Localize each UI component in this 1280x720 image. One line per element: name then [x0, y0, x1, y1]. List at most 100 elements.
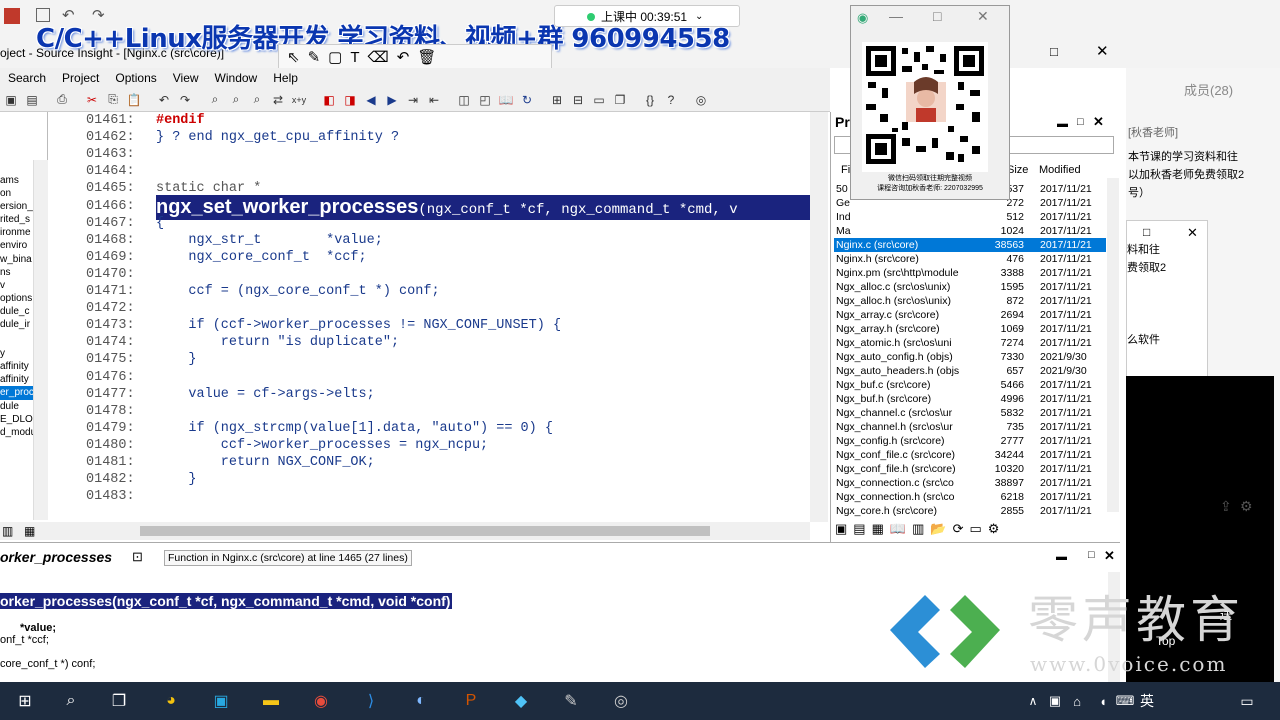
symbol-scrollbar[interactable] [33, 160, 48, 520]
code-line[interactable]: } ? end ngx_get_cpu_affinity ? [156, 130, 399, 145]
pen-icon[interactable]: ✎ [308, 48, 321, 66]
file-row[interactable]: Ngx_connection.h (src\co 6218 2017/11/21 [834, 490, 1106, 504]
code-line[interactable]: #endif [156, 113, 205, 128]
code-line[interactable]: } [156, 352, 196, 367]
qr-close-icon[interactable]: ✕ [977, 8, 989, 25]
text-icon[interactable]: T [350, 49, 359, 66]
file-row[interactable]: Ngx_core.h (src\core) 2855 2017/11/21 [834, 504, 1106, 517]
book-icon[interactable]: 📖 [497, 91, 515, 109]
bookmark-icon[interactable]: ◧ [320, 91, 338, 109]
file-row[interactable]: Ngx_alloc.h (src\os\unix) 872 2017/11/21 [834, 294, 1106, 308]
xy-icon[interactable]: x+y [290, 91, 308, 109]
cut-icon[interactable]: ✂ [83, 91, 101, 109]
chat-members[interactable]: 成员(28) [1184, 80, 1233, 99]
symbol-window-icon[interactable]: ◫ [455, 91, 473, 109]
paint-icon[interactable]: ✎ [556, 686, 586, 716]
sub-maximize-icon[interactable]: □ [1143, 225, 1150, 239]
context-min-icon[interactable]: ▬ [1056, 551, 1067, 563]
code-line[interactable]: if (ccf->worker_processes != NGX_CONF_UN… [156, 318, 561, 333]
file-row[interactable]: Ngx_channel.c (src\os\ur 5832 2017/11/21 [834, 406, 1106, 420]
sub-close-icon[interactable]: ✕ [1187, 225, 1198, 241]
open-icon[interactable]: ▣ [2, 91, 20, 109]
save-all-icon[interactable]: ▤ [23, 91, 41, 109]
project-scrollbar[interactable] [1107, 178, 1119, 512]
file-row[interactable]: Ngx_conf_file.h (src\core) 10320 2017/11/2… [834, 462, 1106, 476]
settings-icon[interactable]: ⚙ [1240, 498, 1253, 515]
layout-1-icon[interactable]: ⊞ [548, 91, 566, 109]
file-row[interactable]: Ngx_channel.h (src\os\ur 735 2017/11/21 [834, 420, 1106, 434]
share-icon[interactable]: ⇪ [1220, 498, 1232, 515]
brace-icon[interactable]: {} [641, 91, 659, 109]
bookmark-next-icon[interactable]: ◨ [341, 91, 359, 109]
jump-back-icon[interactable]: ⇤ [425, 91, 443, 109]
refresh-icon[interactable]: ↻ [518, 91, 536, 109]
redo-icon-2[interactable]: ↷ [176, 91, 194, 109]
file-row[interactable]: Ngx_config.h (src\core) 2777 2017/11/21 [834, 434, 1106, 448]
file-row[interactable]: Ma 1024 2017/11/21 [834, 224, 1106, 238]
vscode-icon[interactable]: ⟩ [356, 686, 386, 716]
menu-project[interactable]: Project [54, 71, 107, 85]
context-max-icon[interactable]: □ [1088, 549, 1095, 561]
undo-icon-2[interactable]: ↶ [155, 91, 173, 109]
file-row[interactable]: Ngx_conf_file.c (src\core) 34244 2017/11/2… [834, 448, 1106, 462]
project-book-icon[interactable]: 📖 [890, 521, 906, 537]
menu-window[interactable]: Window [207, 71, 266, 85]
panel-restore-icon[interactable]: ▬ [1057, 118, 1068, 130]
project-settings-icon[interactable]: ⚙ [988, 521, 1000, 537]
code-editor[interactable]: 01461: #endif 01462:} ? end ngx_get_cpu_af… [48, 112, 810, 522]
jump-icon[interactable]: ⇥ [404, 91, 422, 109]
project-categories-icon[interactable]: ▦ [872, 521, 884, 537]
context-lock-icon[interactable]: ⊡ [132, 549, 143, 565]
file-row[interactable]: Ngx_auto_headers.h (objs 657 2021/9/30 [834, 364, 1106, 378]
file-row[interactable]: Nginx.pm (src\http\module 3388 2017/11/21 [834, 266, 1106, 280]
obs-icon[interactable]: ◎ [606, 686, 636, 716]
menu-view[interactable]: View [165, 71, 207, 85]
menu-options[interactable]: Options [107, 71, 164, 85]
col-modified[interactable]: Modified [1039, 164, 1081, 176]
back-icon[interactable]: ◀ [362, 91, 380, 109]
browser-icon[interactable]: ◉ [306, 686, 336, 716]
window-close-icon[interactable]: ✕ [1096, 42, 1109, 60]
start-icon[interactable]: ⊞ [10, 686, 40, 716]
file-row[interactable]: Nginx.h (src\core) 476 2017/11/21 [834, 252, 1106, 266]
symbol-sort-icon[interactable]: ▥ [2, 524, 13, 538]
code-line[interactable]: return NGX_CONF_OK; [156, 455, 375, 470]
chevron-down-icon[interactable]: ⌄ [695, 11, 703, 22]
qr-maximize-icon[interactable]: □ [933, 8, 941, 24]
code-line[interactable]: ngx_core_conf_t *ccf; [156, 250, 366, 265]
panel-maximize-icon[interactable]: □ [1077, 116, 1084, 128]
layout-4-icon[interactable]: ❐ [611, 91, 629, 109]
file-row[interactable]: Ngx_alloc.c (src\os\unix) 1595 2017/11/21 [834, 280, 1106, 294]
relation-icon[interactable]: ◰ [476, 91, 494, 109]
code-line[interactable]: ngx_set_worker_processes(ngx_conf_t *cf,… [156, 194, 810, 220]
replace-icon[interactable]: ⇄ [269, 91, 287, 109]
recording-indicator[interactable]: 上课中 00:39:51 ⌄ [554, 5, 740, 27]
copy-icon[interactable]: ⎘ [104, 91, 122, 109]
project-symbols-icon[interactable]: ▤ [853, 521, 865, 537]
app-diamond-icon[interactable]: ◆ [506, 686, 536, 716]
context-close-icon[interactable]: ✕ [1104, 548, 1115, 564]
file-row[interactable]: Nginx.c (src\core) 38563 2017/11/21 [834, 238, 1106, 252]
layout-2-icon[interactable]: ⊟ [569, 91, 587, 109]
find-prev-icon[interactable]: ⌕ [248, 91, 266, 109]
col-size[interactable]: Size [1007, 164, 1028, 176]
file-row[interactable]: Ngx_atomic.h (src\os\uni 7274 2017/11/21 [834, 336, 1106, 350]
project-tree-icon[interactable]: ▥ [912, 521, 924, 537]
editor-scroll-thumb[interactable] [140, 526, 710, 536]
app-blue-icon[interactable]: ▣ [206, 686, 236, 716]
undo-draw-icon[interactable]: ↶ [397, 48, 410, 66]
code-line[interactable]: return "is duplicate"; [156, 335, 399, 350]
project-files-icon[interactable]: ▣ [835, 521, 847, 537]
qr-minimize-icon[interactable]: — [889, 8, 903, 24]
file-row[interactable]: Ngx_array.c (src\core) 2694 2017/11/21 [834, 308, 1106, 322]
code-line[interactable]: ngx_str_t *value; [156, 233, 382, 248]
eye-icon[interactable]: ◎ [692, 91, 710, 109]
file-row[interactable]: Ngx_auto_config.h (objs) 7330 2021/9/30 [834, 350, 1106, 364]
file-row[interactable]: Ngx_array.h (src\core) 1069 2017/11/21 [834, 322, 1106, 336]
panel-close-icon[interactable]: ✕ [1093, 114, 1104, 130]
print-icon[interactable]: ⎙ [53, 91, 71, 109]
editor-vertical-scrollbar[interactable] [810, 112, 828, 522]
project-sync-icon[interactable]: ⟳ [953, 521, 964, 537]
code-line[interactable]: ccf = (ngx_core_conf_t *) conf; [156, 284, 439, 299]
notification-icon[interactable]: ▭ [1232, 686, 1262, 716]
